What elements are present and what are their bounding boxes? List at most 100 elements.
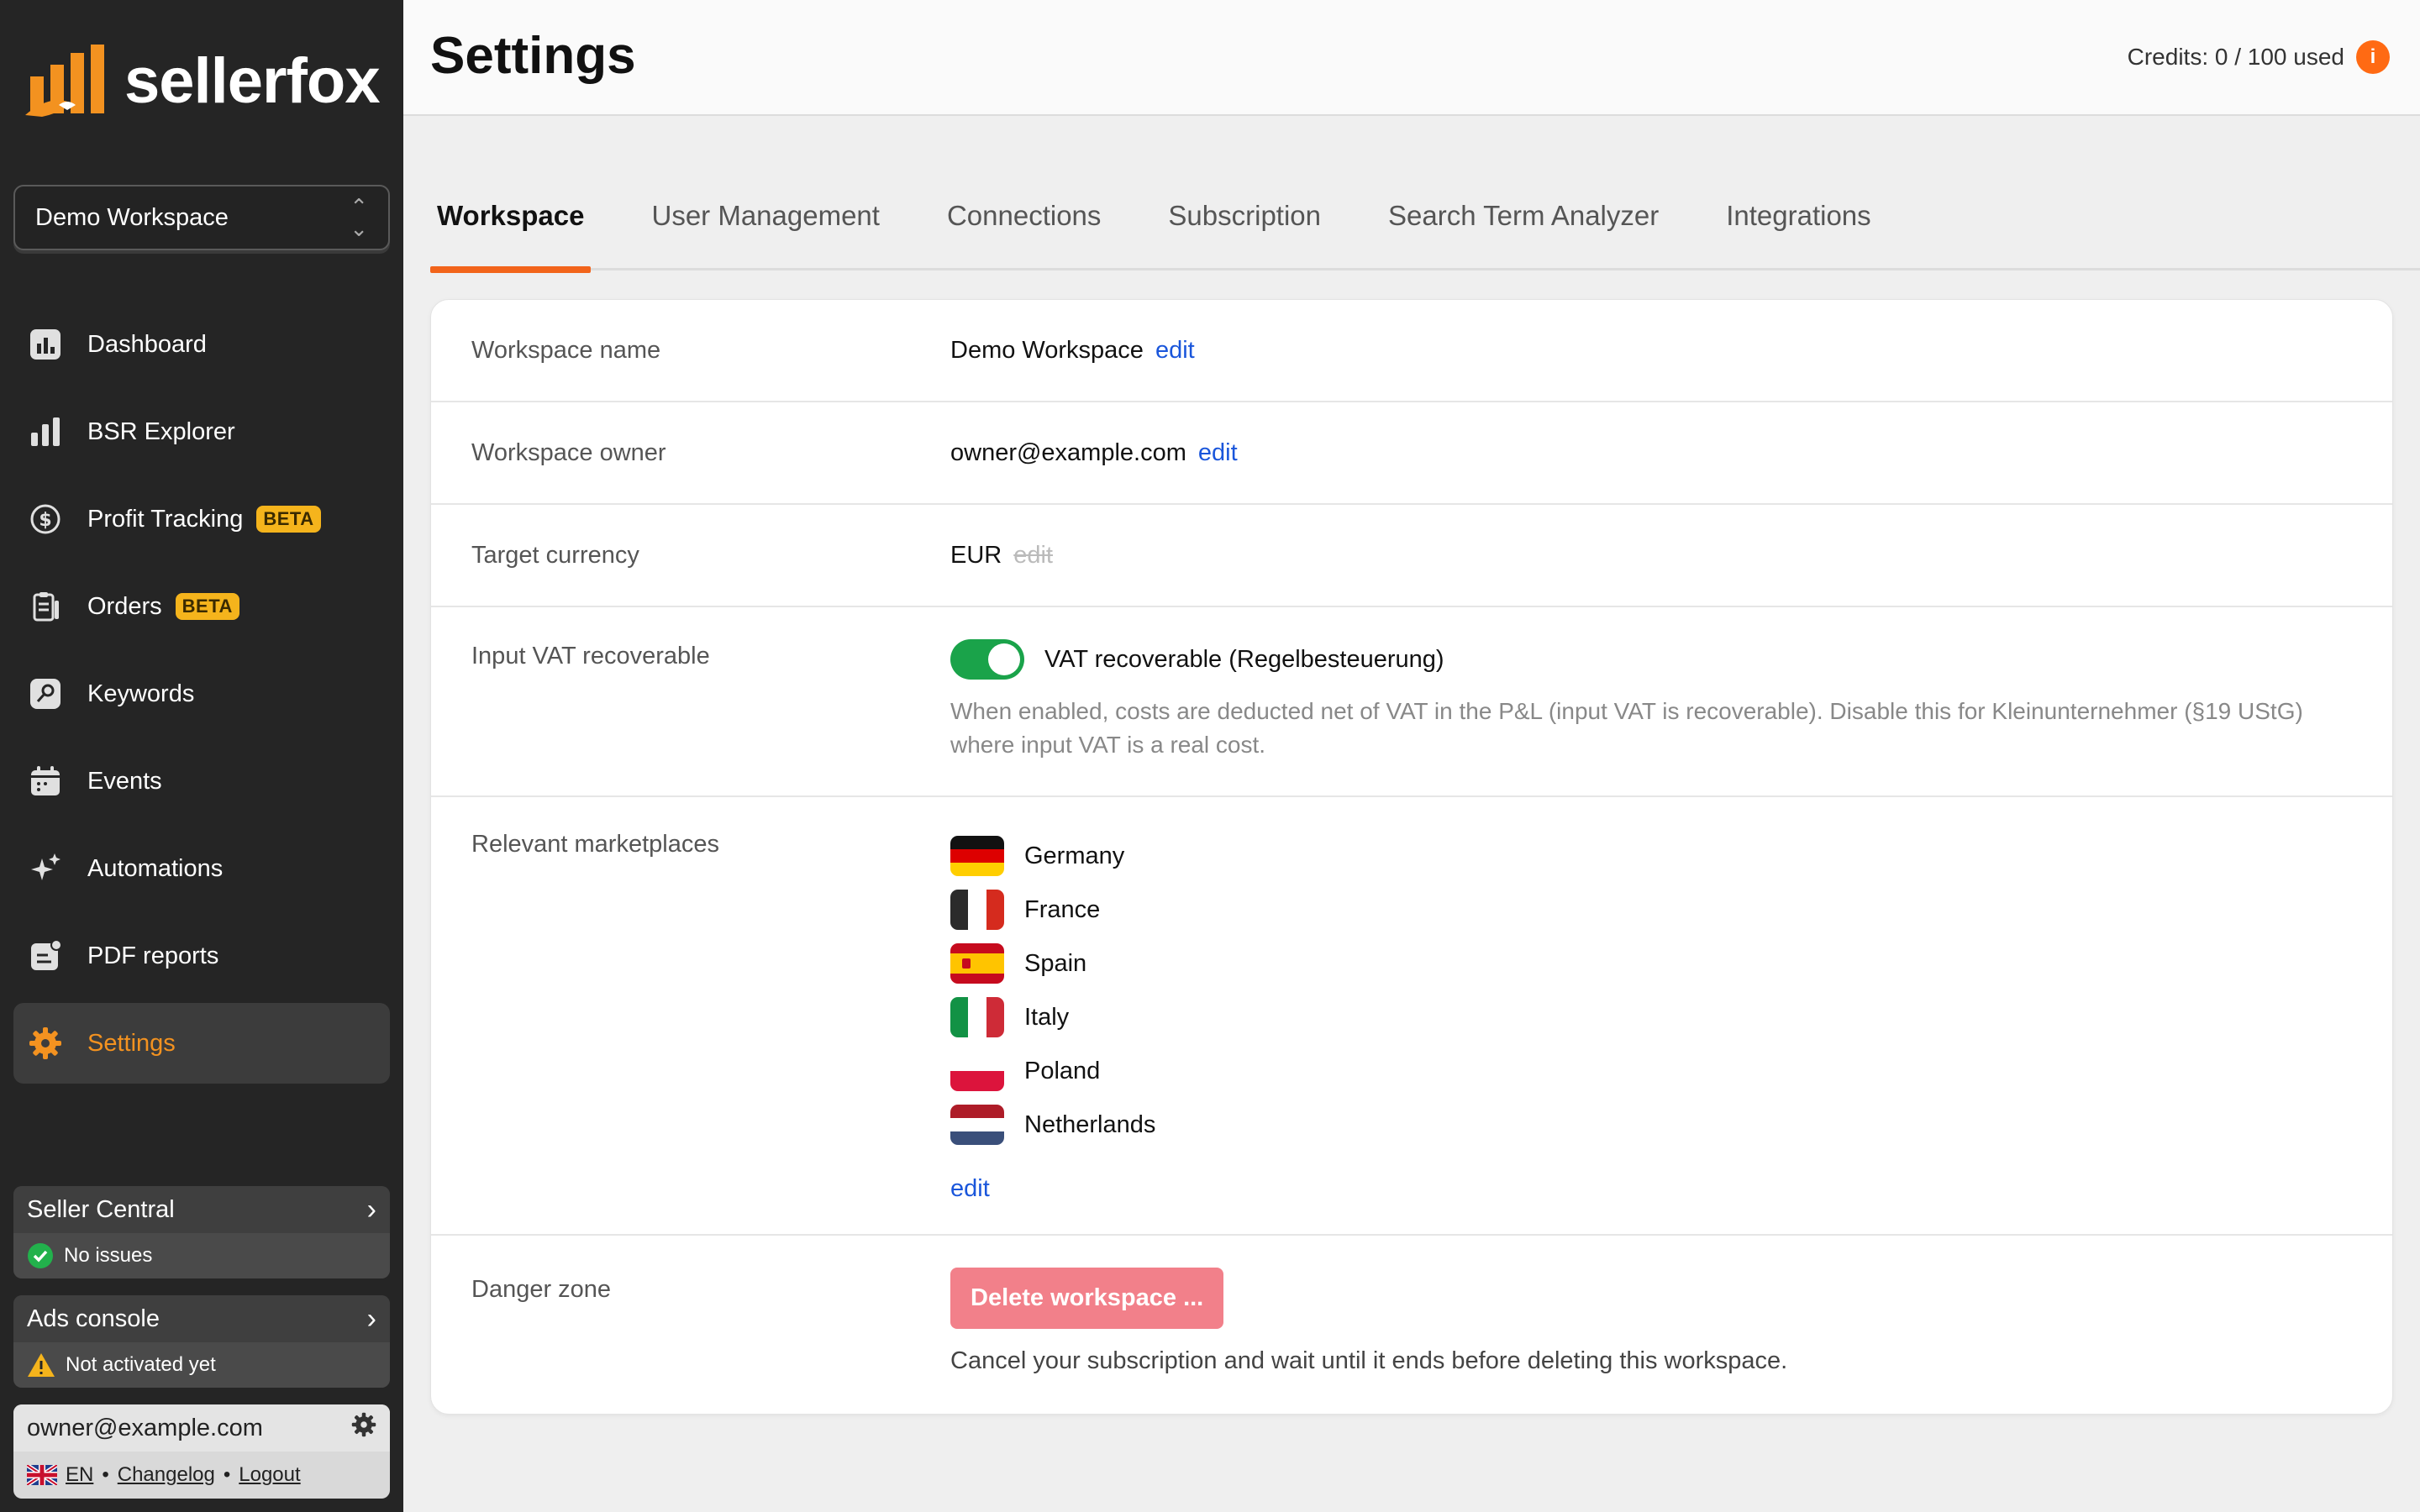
france-flag-icon <box>950 890 1004 930</box>
sidebar-item-label: Settings <box>87 1029 176 1057</box>
user-row: owner@example.com <box>13 1404 390 1452</box>
marketplace-spain: Spain <box>950 937 2317 990</box>
sidebar-item-orders[interactable]: Orders BETA <box>13 566 390 647</box>
poland-flag-icon <box>950 1051 1004 1091</box>
delete-workspace-button: Delete workspace ... <box>950 1268 1224 1329</box>
seller-central-title: Seller Central <box>27 1195 175 1223</box>
edit-currency-link-disabled: edit <box>1013 541 1053 569</box>
settings-tabs: Workspace User Management Connections Su… <box>430 183 2420 273</box>
workspace-select-value: Demo Workspace <box>35 203 229 231</box>
brand-logo[interactable]: sellerfox <box>25 40 381 121</box>
user-links: EN • Changelog • Logout <box>13 1452 390 1499</box>
logout-link[interactable]: Logout <box>239 1463 300 1487</box>
seller-central-status[interactable]: Seller Central › No issues <box>13 1186 390 1278</box>
workspace-owner-row: Workspace owner owner@example.com edit <box>431 402 2392 505</box>
tab-integrations[interactable]: Integrations <box>1719 183 1877 270</box>
marketplaces-value-cell: Germany France Spain Italy Poland Nether… <box>950 829 2392 1234</box>
sidebar-item-label: BSR Explorer <box>87 417 235 445</box>
sidebar-item-profit-tracking[interactable]: $ Profit Tracking BETA <box>13 479 390 559</box>
svg-text:$: $ <box>39 510 51 531</box>
marketplace-name: Spain <box>1024 949 1087 977</box>
italy-flag-icon <box>950 997 1004 1037</box>
marketplace-name: France <box>1024 895 1101 923</box>
target-currency-value: EUR <box>950 541 1002 569</box>
sidebar-item-events[interactable]: Events <box>13 741 390 822</box>
vat-recoverable-toggle[interactable] <box>950 639 1024 680</box>
marketplace-name: Germany <box>1024 842 1125 869</box>
language-link[interactable]: EN <box>66 1463 93 1487</box>
sidebar-item-dashboard[interactable]: Dashboard <box>13 304 390 385</box>
netherlands-flag-icon <box>950 1105 1004 1145</box>
workspace-select[interactable]: Demo Workspace ⌃ ⌄ <box>13 185 390 250</box>
germany-flag-icon <box>950 836 1004 876</box>
workspace-owner-value-cell: owner@example.com edit <box>950 439 2392 467</box>
beta-badge: BETA <box>256 506 321 533</box>
chevron-right-icon: › <box>366 1193 376 1226</box>
warning-icon <box>28 1353 55 1377</box>
edit-workspace-owner-link[interactable]: edit <box>1198 439 1238 466</box>
tab-workspace[interactable]: Workspace <box>430 183 592 273</box>
seller-central-header[interactable]: Seller Central › <box>13 1186 390 1233</box>
uk-flag-icon <box>27 1465 57 1485</box>
workspace-settings-card: Workspace name Demo Workspace edit Worksp… <box>430 299 2393 1415</box>
target-currency-value-cell: EUR edit <box>950 542 2392 570</box>
changelog-link[interactable]: Changelog <box>118 1463 215 1487</box>
page-title: Settings <box>430 26 636 85</box>
danger-zone-row: Danger zone Delete workspace ... Cancel … <box>431 1236 2392 1414</box>
sidebar-item-automations[interactable]: Automations <box>13 828 390 909</box>
sparkles-icon <box>29 852 62 885</box>
edit-workspace-name-link[interactable]: edit <box>1155 337 1195 364</box>
workspace-owner-value: owner@example.com <box>950 438 1186 466</box>
sidebar-item-pdf-reports[interactable]: PDF reports <box>13 916 390 996</box>
sidebar-item-bsr-explorer[interactable]: BSR Explorer <box>13 391 390 472</box>
separator-dot: • <box>102 1463 109 1486</box>
sidebar-item-settings[interactable]: Settings <box>13 1003 390 1084</box>
user-settings-gear-icon[interactable] <box>351 1412 376 1444</box>
input-vat-row: Input VAT recoverable VAT recoverable (R… <box>431 607 2392 797</box>
sidebar-item-label: Orders <box>87 592 162 620</box>
top-bar: Settings Credits: 0 / 100 used i <box>403 0 2420 116</box>
workspace-name-value: Demo Workspace <box>950 336 1144 364</box>
separator-dot: • <box>223 1463 231 1486</box>
marketplace-name: Poland <box>1024 1057 1101 1084</box>
sidebar: sellerfox Demo Workspace ⌃ ⌄ Dashboard BS… <box>0 0 403 1512</box>
tab-search-term-analyzer[interactable]: Search Term Analyzer <box>1381 183 1665 270</box>
sidebar-item-label: Profit Tracking <box>87 505 244 533</box>
workspace-name-label: Workspace name <box>471 336 661 364</box>
workspace-name-value-cell: Demo Workspace edit <box>950 337 2392 365</box>
beta-badge: BETA <box>175 593 239 620</box>
calendar-icon <box>29 764 62 798</box>
user-card: owner@example.com EN • Changelog • Logou… <box>13 1404 390 1499</box>
sidebar-item-label: Keywords <box>87 680 195 707</box>
chevron-right-icon: › <box>366 1302 376 1335</box>
bar-chart-icon <box>29 415 62 449</box>
ads-console-title: Ads console <box>27 1305 160 1332</box>
workspace-owner-label: Workspace owner <box>471 438 666 466</box>
marketplace-netherlands: Netherlands <box>950 1098 2317 1152</box>
ads-console-status-line: Not activated yet <box>13 1342 390 1388</box>
danger-zone-value-cell: Delete workspace ... Cancel your subscri… <box>950 1268 2392 1414</box>
sidebar-item-label: Events <box>87 767 162 795</box>
delete-workspace-note: Cancel your subscription and wait until … <box>950 1347 1788 1374</box>
user-email: owner@example.com <box>27 1414 263 1441</box>
edit-marketplaces-link[interactable]: edit <box>950 1175 990 1202</box>
dashboard-icon <box>29 328 62 361</box>
credits-text: Credits: 0 / 100 used <box>2127 44 2344 70</box>
credits-indicator: Credits: 0 / 100 used i <box>2128 40 2390 74</box>
marketplace-italy: Italy <box>950 990 2317 1044</box>
target-currency-label: Target currency <box>471 541 639 569</box>
ads-console-header[interactable]: Ads console › <box>13 1295 390 1342</box>
sidebar-item-keywords[interactable]: Keywords <box>13 654 390 734</box>
ads-console-status[interactable]: Ads console › Not activated yet <box>13 1295 390 1388</box>
marketplace-name: Italy <box>1024 1003 1070 1031</box>
workspace-name-row: Workspace name Demo Workspace edit <box>431 300 2392 402</box>
marketplace-name: Netherlands <box>1024 1110 1156 1138</box>
input-vat-value-cell: VAT recoverable (Regelbesteuerung) When … <box>950 639 2392 795</box>
info-icon[interactable]: i <box>2356 40 2390 74</box>
tab-subscription[interactable]: Subscription <box>1161 183 1328 270</box>
marketplace-germany: Germany <box>950 829 2317 883</box>
marketplaces-label: Relevant marketplaces <box>471 831 719 858</box>
tab-connections[interactable]: Connections <box>940 183 1107 270</box>
seller-central-status-line: No issues <box>13 1233 390 1278</box>
tab-user-management[interactable]: User Management <box>644 183 886 270</box>
